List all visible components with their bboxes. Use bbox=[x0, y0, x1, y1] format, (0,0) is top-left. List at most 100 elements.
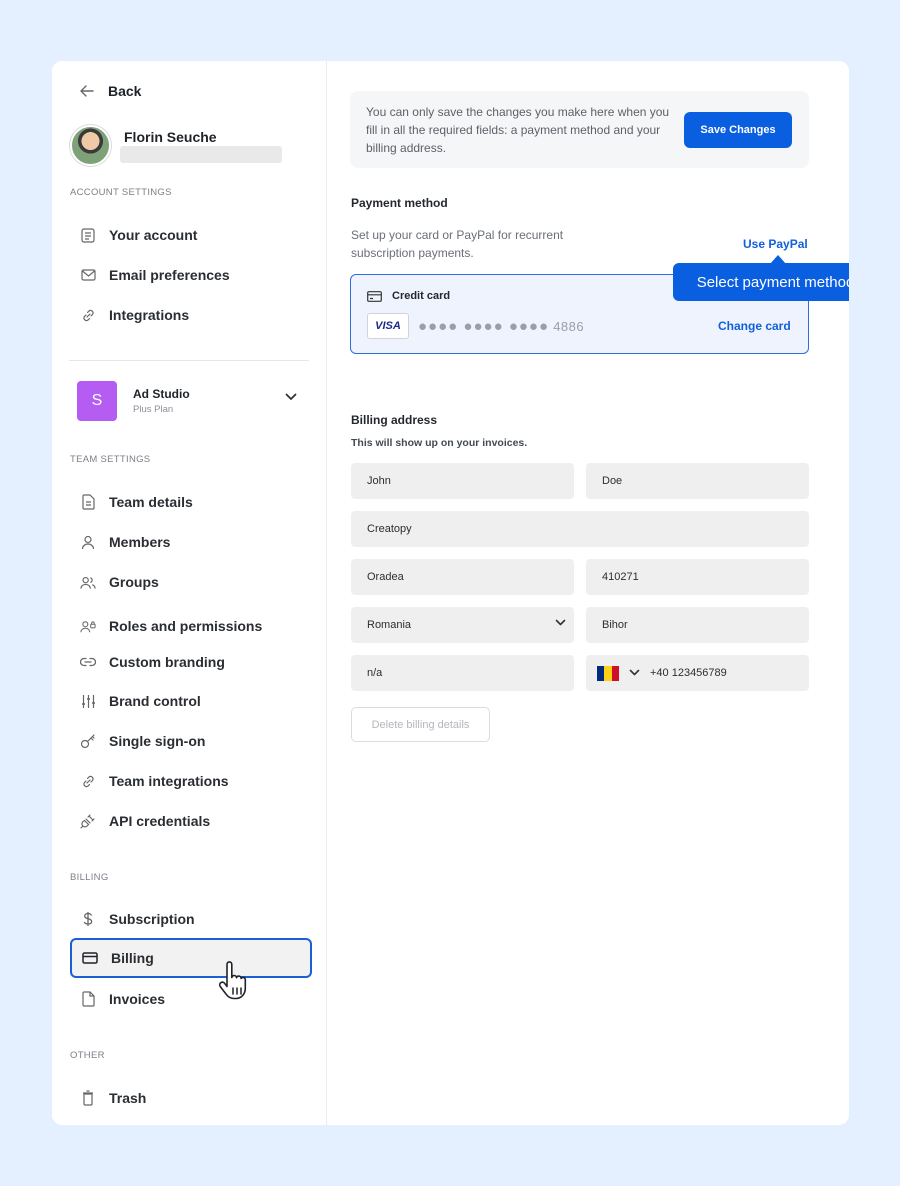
sidebar: Back Florin Seuche ACCOUNT SETTINGS Your… bbox=[52, 61, 327, 1125]
link-icon bbox=[80, 773, 96, 789]
sidebar-item-label: Members bbox=[109, 534, 171, 550]
delete-billing-details-button[interactable]: Delete billing details bbox=[351, 707, 490, 742]
back-button[interactable]: Back bbox=[80, 81, 141, 101]
sidebar-item-trash[interactable]: Trash bbox=[70, 1079, 312, 1117]
team-switcher[interactable]: S Ad Studio Plus Plan bbox=[77, 381, 297, 421]
link-icon bbox=[80, 307, 96, 323]
chevron-down-icon[interactable] bbox=[629, 669, 640, 677]
dollar-icon bbox=[80, 911, 96, 927]
sidebar-item-label: Team integrations bbox=[109, 773, 229, 789]
postal-code-field[interactable]: 410271 bbox=[586, 559, 809, 595]
sidebar-item-roles-and-permissions[interactable]: Roles and permissions bbox=[70, 607, 312, 645]
sidebar-item-label: Your account bbox=[109, 227, 198, 243]
section-label-other: OTHER bbox=[70, 1050, 105, 1061]
change-card-link[interactable]: Change card bbox=[718, 319, 791, 333]
sidebar-item-label: Brand control bbox=[109, 693, 201, 709]
sidebar-item-team-integrations[interactable]: Team integrations bbox=[70, 762, 312, 800]
arrow-left-icon bbox=[80, 85, 94, 97]
key-icon bbox=[80, 733, 96, 749]
sidebar-item-label: Single sign-on bbox=[109, 733, 206, 749]
sidebar-divider bbox=[69, 360, 309, 361]
billing-address-description: This will show up on your invoices. bbox=[351, 437, 528, 449]
users-icon bbox=[80, 574, 96, 590]
sidebar-item-api-credentials[interactable]: API credentials bbox=[70, 802, 312, 840]
payment-method-description: Set up your card or PayPal for recurrent… bbox=[351, 228, 564, 260]
payment-method-title: Payment method bbox=[351, 196, 448, 210]
link-icon bbox=[80, 654, 96, 670]
chevron-down-icon bbox=[285, 393, 297, 400]
sidebar-item-brand-control[interactable]: Brand control bbox=[70, 682, 312, 720]
hand-cursor-icon bbox=[218, 961, 247, 1000]
sidebar-item-team-details[interactable]: Team details bbox=[70, 483, 312, 521]
document-icon bbox=[80, 227, 96, 243]
sidebar-item-label: Integrations bbox=[109, 307, 190, 323]
save-changes-button[interactable]: Save Changes bbox=[684, 112, 792, 148]
sidebar-item-label: Billing bbox=[111, 950, 154, 966]
sliders-icon bbox=[80, 693, 96, 709]
user-email-placeholder bbox=[120, 146, 282, 163]
sidebar-item-label: Subscription bbox=[109, 911, 195, 927]
sidebar-item-label: Team details bbox=[109, 494, 193, 510]
payment-method-tooltip: Select payment method bbox=[673, 263, 849, 301]
avatar bbox=[70, 125, 111, 166]
city-field[interactable]: Oradea bbox=[351, 559, 574, 595]
country-value: Romania bbox=[367, 619, 412, 631]
vat-field[interactable]: n/a bbox=[351, 655, 574, 691]
settings-window: Back Florin Seuche ACCOUNT SETTINGS Your… bbox=[52, 61, 849, 1125]
billing-address-title: Billing address bbox=[351, 413, 438, 427]
sidebar-item-label: Custom branding bbox=[109, 654, 225, 670]
romania-flag-icon[interactable] bbox=[597, 665, 619, 681]
envelope-icon bbox=[80, 267, 96, 283]
back-label: Back bbox=[108, 83, 142, 99]
file-icon bbox=[80, 991, 96, 1007]
card-number: ●●●● ●●●● ●●●● 4886 bbox=[418, 318, 584, 335]
sidebar-item-label: API credentials bbox=[109, 813, 211, 829]
use-paypal-link[interactable]: Use PayPal bbox=[743, 237, 808, 251]
section-label-billing: BILLING bbox=[70, 872, 109, 883]
team-logo: S bbox=[77, 381, 117, 421]
sidebar-item-your-account[interactable]: Your account bbox=[70, 216, 312, 254]
sidebar-item-groups[interactable]: Groups bbox=[70, 563, 312, 601]
sidebar-item-invoices[interactable]: Invoices bbox=[70, 980, 312, 1018]
last-name-field[interactable]: Doe bbox=[586, 463, 809, 499]
county-field[interactable]: Bihor bbox=[586, 607, 809, 643]
chevron-down-icon bbox=[555, 619, 566, 626]
user-icon bbox=[80, 534, 96, 550]
card-last4: 4886 bbox=[553, 319, 585, 334]
card-masked-digits: ●●●● ●●●● ●●●● bbox=[418, 318, 550, 335]
save-notice: You can only save the changes you make h… bbox=[350, 91, 809, 168]
team-plan: Plus Plan bbox=[133, 404, 174, 415]
notice-text: You can only save the changes you make h… bbox=[366, 105, 670, 155]
company-field[interactable]: Creatopy bbox=[351, 511, 809, 547]
credit-card-icon bbox=[82, 950, 98, 966]
sidebar-item-members[interactable]: Members bbox=[70, 523, 312, 561]
section-label-team: TEAM SETTINGS bbox=[70, 454, 151, 465]
sidebar-item-single-sign-on[interactable]: Single sign-on bbox=[70, 722, 312, 760]
card-type-row: Credit card bbox=[367, 290, 450, 302]
visa-logo: VISA bbox=[367, 313, 409, 339]
sidebar-item-label: Email preferences bbox=[109, 267, 230, 283]
sidebar-item-label: Groups bbox=[109, 574, 159, 590]
sidebar-item-email-preferences[interactable]: Email preferences bbox=[70, 256, 312, 294]
card-type-label: Credit card bbox=[392, 290, 451, 302]
plug-icon bbox=[80, 813, 96, 829]
section-label-account: ACCOUNT SETTINGS bbox=[70, 187, 172, 198]
phone-value: +40 123456789 bbox=[650, 667, 727, 679]
sidebar-item-label: Invoices bbox=[109, 991, 166, 1007]
sidebar-item-label: Trash bbox=[109, 1090, 147, 1106]
sidebar-item-custom-branding[interactable]: Custom branding bbox=[70, 643, 312, 681]
user-lock-icon bbox=[80, 618, 96, 634]
phone-field[interactable]: +40 123456789 bbox=[586, 655, 809, 691]
sidebar-item-integrations[interactable]: Integrations bbox=[70, 296, 312, 334]
trash-icon bbox=[80, 1090, 96, 1106]
team-name: Ad Studio bbox=[133, 387, 190, 401]
team-info: Ad Studio Plus Plan bbox=[133, 387, 190, 415]
first-name-field[interactable]: John bbox=[351, 463, 574, 499]
sidebar-item-label: Roles and permissions bbox=[109, 618, 263, 634]
credit-card-icon bbox=[367, 290, 382, 302]
country-select[interactable]: Romania bbox=[351, 607, 574, 643]
sidebar-item-subscription[interactable]: Subscription bbox=[70, 900, 312, 938]
user-name: Florin Seuche bbox=[124, 129, 217, 145]
document-icon bbox=[80, 494, 96, 510]
sidebar-item-billing[interactable]: Billing bbox=[70, 938, 312, 978]
